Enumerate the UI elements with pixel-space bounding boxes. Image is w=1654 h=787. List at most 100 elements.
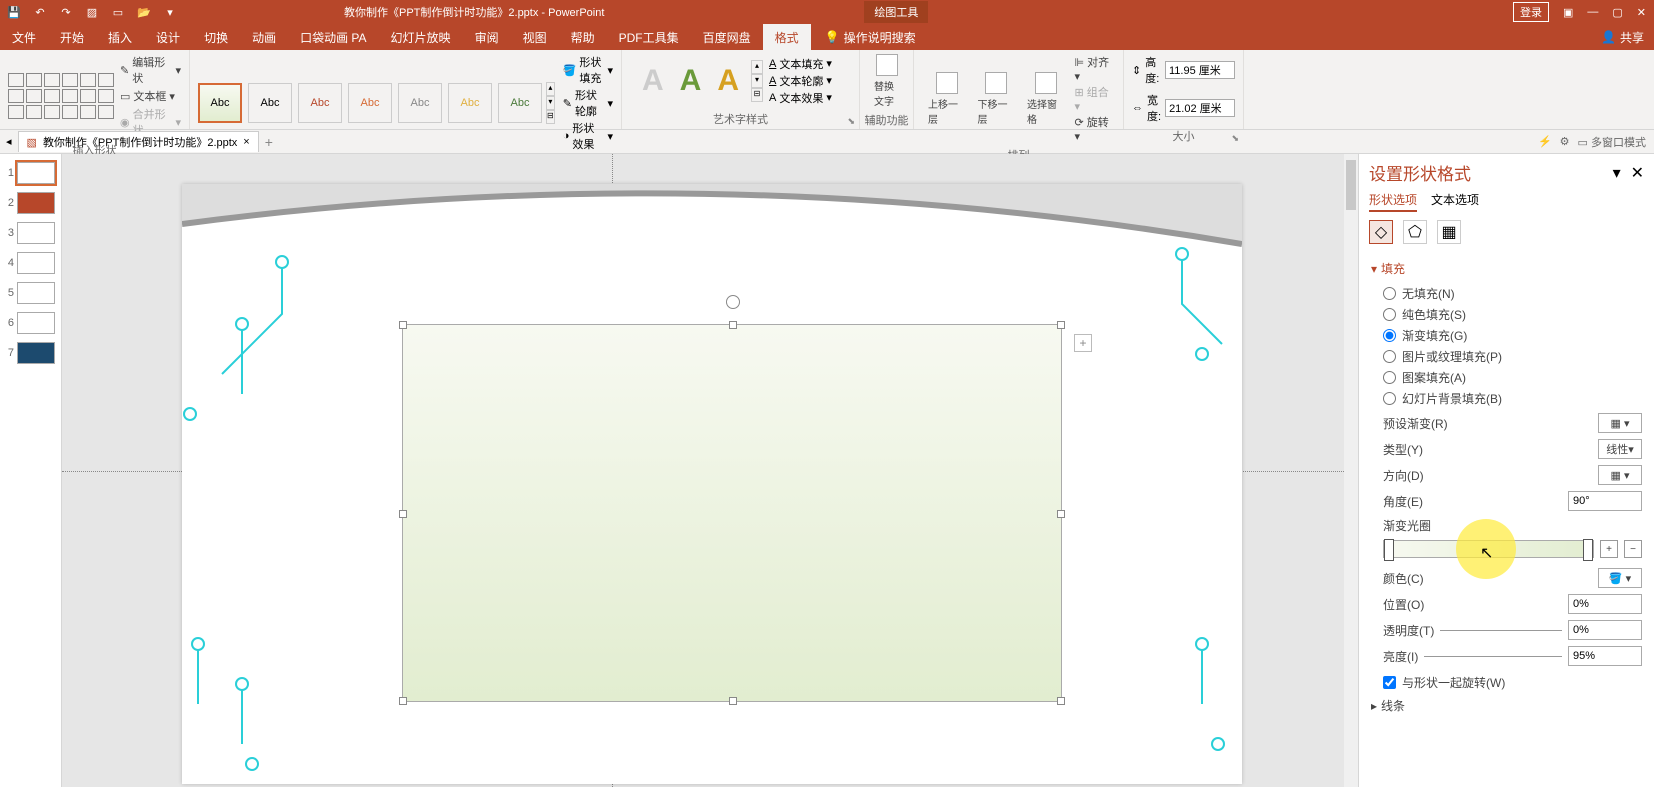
align-button[interactable]: ⊫ 对齐 ▾ <box>1075 54 1116 83</box>
size-launcher[interactable]: ⬊ <box>1231 133 1239 144</box>
add-stop-button[interactable]: + <box>1600 540 1618 558</box>
fill-section-header[interactable]: ▾ 填充 <box>1371 260 1642 277</box>
maximize-icon[interactable]: ▢ <box>1612 6 1622 19</box>
save-icon[interactable]: 💾 <box>6 6 22 19</box>
wordart-launcher[interactable]: ⬊ <box>847 116 855 127</box>
slide-canvas[interactable]: + <box>62 154 1358 787</box>
resize-handle-n[interactable] <box>729 321 737 329</box>
height-input[interactable] <box>1165 61 1235 79</box>
alt-text-button[interactable]: 替换文字 <box>868 54 905 108</box>
pane-close-icon[interactable]: ✕ <box>1631 165 1644 182</box>
wa-down-icon[interactable]: ▾ <box>751 74 763 88</box>
rotate-button[interactable]: ⟳ 旋转 ▾ <box>1075 114 1116 143</box>
gallery-down-icon[interactable]: ▾ <box>546 96 555 110</box>
bring-forward-button[interactable]: 上移一层 <box>922 72 972 126</box>
tab-view[interactable]: 视图 <box>511 24 559 51</box>
start-slideshow-icon[interactable]: ▨ <box>84 6 100 19</box>
gear-icon[interactable]: ⚙ <box>1560 135 1570 148</box>
layout-options-button[interactable]: + <box>1074 334 1092 352</box>
gradient-stops-bar[interactable]: ↖ <box>1383 540 1594 558</box>
new-slide-icon[interactable]: ▭ <box>110 6 126 19</box>
text-effects-button[interactable]: A 文本效果 ▾ <box>769 90 832 106</box>
slide-thumb-6[interactable] <box>17 312 55 334</box>
thunder-icon[interactable]: ⚡ <box>1538 135 1552 148</box>
undo-icon[interactable]: ↶ <box>32 6 48 19</box>
gradient-direction-dropdown[interactable]: ▦ ▾ <box>1598 465 1642 485</box>
wa-more-icon[interactable]: ⊟ <box>751 88 763 102</box>
selected-shape[interactable] <box>402 324 1062 702</box>
shape-gallery[interactable] <box>8 73 114 119</box>
pane-dropdown-icon[interactable]: ▾ <box>1613 165 1621 182</box>
tab-help[interactable]: 帮助 <box>559 24 607 51</box>
tab-home[interactable]: 开始 <box>48 24 96 51</box>
tab-slideshow[interactable]: 幻灯片放映 <box>379 24 463 51</box>
close-icon[interactable]: ✕ <box>1637 6 1646 19</box>
gallery-up-icon[interactable]: ▴ <box>546 82 555 96</box>
resize-handle-w[interactable] <box>399 510 407 518</box>
gallery-more-icon[interactable]: ⊟ <box>546 110 555 124</box>
shape-outline-button[interactable]: ✎ 形状轮廓 ▾ <box>563 87 613 119</box>
resize-handle-e[interactable] <box>1057 510 1065 518</box>
pane-tab-shape[interactable]: 形状选项 <box>1369 191 1417 212</box>
gradient-stop-1[interactable] <box>1384 539 1394 561</box>
remove-stop-button[interactable]: − <box>1624 540 1642 558</box>
radio-pattern-fill[interactable]: 图案填充(A) <box>1383 369 1642 386</box>
gradient-position-input[interactable] <box>1568 594 1642 614</box>
resize-handle-se[interactable] <box>1057 697 1065 705</box>
new-tab-icon[interactable]: + <box>265 134 273 150</box>
login-button[interactable]: 登录 <box>1513 2 1549 22</box>
tab-review[interactable]: 审阅 <box>463 24 511 51</box>
preset-gradient-dropdown[interactable]: ▦ ▾ <box>1598 413 1642 433</box>
tab-design[interactable]: 设计 <box>144 24 192 51</box>
radio-gradient-fill[interactable]: 渐变填充(G) <box>1383 327 1642 344</box>
multi-window-button[interactable]: ▭ 多窗口模式 <box>1578 134 1646 150</box>
gradient-type-dropdown[interactable]: 线性 ▾ <box>1598 439 1642 459</box>
slide-thumb-2[interactable] <box>17 192 55 214</box>
resize-handle-sw[interactable] <box>399 697 407 705</box>
selection-pane-button[interactable]: 选择窗格 <box>1021 72 1071 126</box>
wordart-gallery[interactable]: A A A <box>630 64 751 98</box>
share-button[interactable]: 👤共享 <box>1591 29 1654 46</box>
radio-solid-fill[interactable]: 纯色填充(S) <box>1383 306 1642 323</box>
pane-tab-text[interactable]: 文本选项 <box>1431 191 1479 212</box>
slide-thumb-5[interactable] <box>17 282 55 304</box>
rotate-handle[interactable] <box>726 295 740 309</box>
shape-effects-button[interactable]: ◑ 形状效果 ▾ <box>563 120 613 152</box>
text-outline-button[interactable]: A 文本轮廓 ▾ <box>769 73 832 89</box>
tab-animation[interactable]: 动画 <box>240 24 288 51</box>
rotate-with-shape-checkbox[interactable]: 与形状一起旋转(W) <box>1383 674 1642 691</box>
line-section-header[interactable]: ▸ 线条 <box>1371 697 1642 714</box>
tab-file[interactable]: 文件 <box>0 24 48 51</box>
minimize-icon[interactable]: — <box>1587 6 1598 18</box>
size-props-icon[interactable]: ▦ <box>1437 220 1461 244</box>
gradient-angle-input[interactable] <box>1568 491 1642 511</box>
send-backward-button[interactable]: 下移一层 <box>972 72 1022 126</box>
gradient-brightness-input[interactable] <box>1568 646 1642 666</box>
wa-up-icon[interactable]: ▴ <box>751 60 763 74</box>
open-icon[interactable]: 📂 <box>136 6 152 19</box>
tab-format[interactable]: 格式 <box>763 24 811 51</box>
tab-baidu[interactable]: 百度网盘 <box>691 24 763 51</box>
resize-handle-nw[interactable] <box>399 321 407 329</box>
resize-handle-s[interactable] <box>729 697 737 705</box>
redo-icon[interactable]: ↷ <box>58 6 74 19</box>
shape-fill-button[interactable]: 🪣 形状填充 ▾ <box>563 54 613 86</box>
radio-picture-fill[interactable]: 图片或纹理填充(P) <box>1383 348 1642 365</box>
tab-pdftools[interactable]: PDF工具集 <box>607 24 691 51</box>
close-tab-icon[interactable]: × <box>243 136 249 148</box>
edit-shape-button[interactable]: ✎ 编辑形状 ▾ <box>120 54 181 86</box>
vertical-scrollbar[interactable] <box>1344 154 1358 787</box>
slide-thumb-3[interactable] <box>17 222 55 244</box>
resize-handle-ne[interactable] <box>1057 321 1065 329</box>
text-fill-button[interactable]: A 文本填充 ▾ <box>769 56 832 72</box>
group-button[interactable]: ⊞ 组合 ▾ <box>1075 84 1116 113</box>
effects-icon[interactable]: ⬠ <box>1403 220 1427 244</box>
tab-pocket[interactable]: 口袋动画 PA <box>288 24 378 51</box>
gradient-stop-2[interactable] <box>1583 539 1593 561</box>
radio-slidebg-fill[interactable]: 幻灯片背景填充(B) <box>1383 390 1642 407</box>
gradient-color-dropdown[interactable]: 🪣 ▾ <box>1598 568 1642 588</box>
slide-thumb-7[interactable] <box>17 342 55 364</box>
textbox-button[interactable]: ▭ 文本框 ▾ <box>120 88 181 104</box>
tab-transition[interactable]: 切换 <box>192 24 240 51</box>
slide-thumb-4[interactable] <box>17 252 55 274</box>
